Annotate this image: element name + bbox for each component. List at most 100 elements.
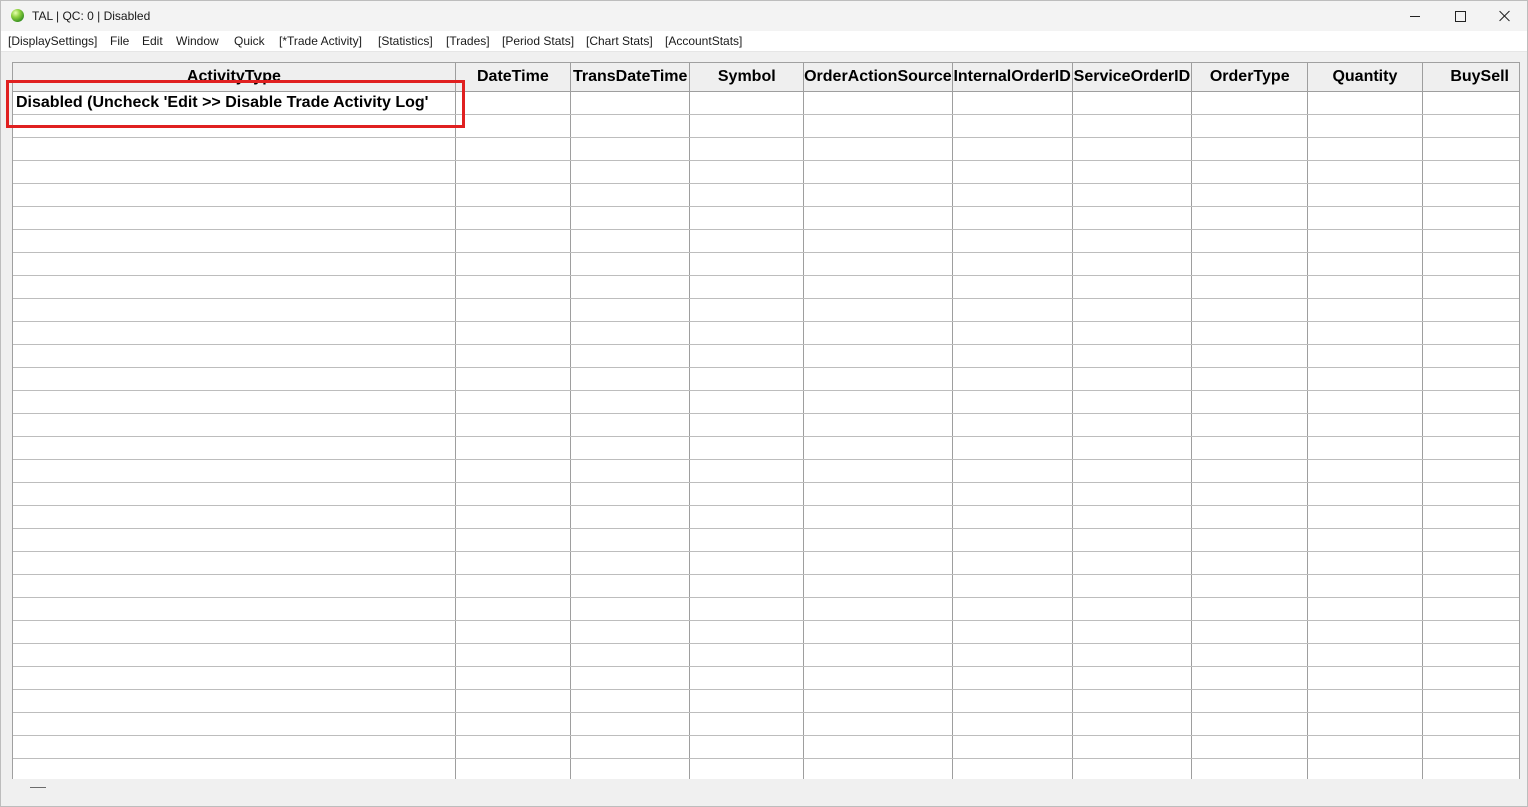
table-cell[interactable]: [1422, 206, 1519, 230]
table-cell[interactable]: [952, 114, 1073, 138]
table-cell[interactable]: [952, 666, 1073, 690]
table-cell[interactable]: [952, 436, 1073, 460]
table-row[interactable]: [13, 160, 1519, 184]
table-cell[interactable]: [570, 689, 691, 713]
table-cell[interactable]: [455, 229, 571, 253]
table-cell[interactable]: [13, 758, 456, 780]
table-cell[interactable]: [803, 367, 953, 391]
maximize-button[interactable]: [1437, 1, 1483, 31]
table-cell[interactable]: [689, 367, 805, 391]
table-cell[interactable]: [1422, 321, 1519, 345]
table-cell[interactable]: [1307, 758, 1423, 780]
table-cell[interactable]: [1307, 137, 1423, 161]
table-cell[interactable]: [1072, 666, 1193, 690]
table-cell[interactable]: [1191, 206, 1309, 230]
table-cell[interactable]: [13, 390, 456, 414]
table-cell[interactable]: [1072, 321, 1193, 345]
table-cell[interactable]: [1191, 252, 1309, 276]
column-header-symbol[interactable]: Symbol: [689, 63, 805, 92]
table-row[interactable]: [13, 252, 1519, 276]
table-cell[interactable]: [455, 643, 571, 667]
table-cell[interactable]: [13, 160, 456, 184]
table-row[interactable]: [13, 505, 1519, 529]
table-cell[interactable]: [455, 252, 571, 276]
table-cell[interactable]: [1422, 643, 1519, 667]
table-cell[interactable]: [455, 321, 571, 345]
table-cell[interactable]: [1307, 298, 1423, 322]
table-cell[interactable]: [1072, 91, 1193, 115]
table-cell[interactable]: [13, 321, 456, 345]
table-cell[interactable]: [1191, 620, 1309, 644]
table-cell[interactable]: [13, 482, 456, 506]
table-cell[interactable]: [1072, 367, 1193, 391]
table-cell[interactable]: [1422, 229, 1519, 253]
table-cell[interactable]: [455, 712, 571, 736]
table-cell[interactable]: [570, 574, 691, 598]
table-cell[interactable]: [689, 91, 805, 115]
table-cell[interactable]: [570, 91, 691, 115]
table-cell[interactable]: [1422, 436, 1519, 460]
table-cell[interactable]: [689, 712, 805, 736]
table-cell[interactable]: [1422, 459, 1519, 483]
table-cell[interactable]: [1191, 344, 1309, 368]
table-cell[interactable]: [1307, 252, 1423, 276]
table-cell[interactable]: [570, 298, 691, 322]
table-cell[interactable]: [689, 252, 805, 276]
table-cell[interactable]: [803, 252, 953, 276]
table-cell[interactable]: [455, 482, 571, 506]
table-cell[interactable]: [1191, 574, 1309, 598]
table-cell[interactable]: [13, 137, 456, 161]
table-cell[interactable]: [570, 229, 691, 253]
table-cell[interactable]: [952, 137, 1073, 161]
table-cell[interactable]: [803, 114, 953, 138]
table-cell[interactable]: [570, 735, 691, 759]
column-header-service-order-id[interactable]: ServiceOrderID: [1072, 63, 1193, 92]
table-cell[interactable]: [1307, 528, 1423, 552]
table-cell[interactable]: [570, 758, 691, 780]
column-header-datetime[interactable]: DateTime: [455, 63, 571, 92]
table-cell[interactable]: [570, 275, 691, 299]
table-cell[interactable]: [1422, 252, 1519, 276]
table-cell[interactable]: [689, 160, 805, 184]
table-cell[interactable]: [455, 275, 571, 299]
table-cell[interactable]: [13, 574, 456, 598]
menu-period-stats[interactable]: [Period Stats]: [502, 34, 574, 48]
table-cell[interactable]: [1307, 206, 1423, 230]
table-cell[interactable]: [952, 206, 1073, 230]
table-cell[interactable]: [570, 183, 691, 207]
table-row[interactable]: [13, 206, 1519, 230]
table-cell[interactable]: [689, 229, 805, 253]
table-cell[interactable]: [1072, 436, 1193, 460]
menu-window[interactable]: Window: [176, 34, 219, 48]
table-cell[interactable]: [1307, 413, 1423, 437]
table-cell[interactable]: [952, 735, 1073, 759]
table-cell[interactable]: [952, 344, 1073, 368]
table-row[interactable]: [13, 758, 1519, 780]
table-cell[interactable]: [952, 689, 1073, 713]
table-cell[interactable]: [689, 275, 805, 299]
table-cell[interactable]: [689, 298, 805, 322]
table-cell[interactable]: [803, 160, 953, 184]
table-cell[interactable]: [952, 528, 1073, 552]
table-cell[interactable]: [689, 206, 805, 230]
table-cell[interactable]: [13, 712, 456, 736]
table-cell[interactable]: [455, 298, 571, 322]
table-cell[interactable]: [803, 137, 953, 161]
table-cell[interactable]: [803, 275, 953, 299]
table-cell[interactable]: [1307, 574, 1423, 598]
table-cell[interactable]: [952, 367, 1073, 391]
table-cell[interactable]: [1307, 689, 1423, 713]
table-cell[interactable]: [1072, 574, 1193, 598]
table-cell[interactable]: [952, 413, 1073, 437]
table-cell[interactable]: [570, 712, 691, 736]
table-row[interactable]: [13, 459, 1519, 483]
table-cell[interactable]: [952, 597, 1073, 621]
table-cell[interactable]: [1072, 505, 1193, 529]
menu-file[interactable]: File: [110, 34, 129, 48]
menu-chart-stats[interactable]: [Chart Stats]: [586, 34, 653, 48]
table-cell[interactable]: [1422, 91, 1519, 115]
table-cell[interactable]: [1307, 735, 1423, 759]
table-cell[interactable]: [455, 735, 571, 759]
table-cell[interactable]: [689, 413, 805, 437]
table-cell[interactable]: [1307, 597, 1423, 621]
